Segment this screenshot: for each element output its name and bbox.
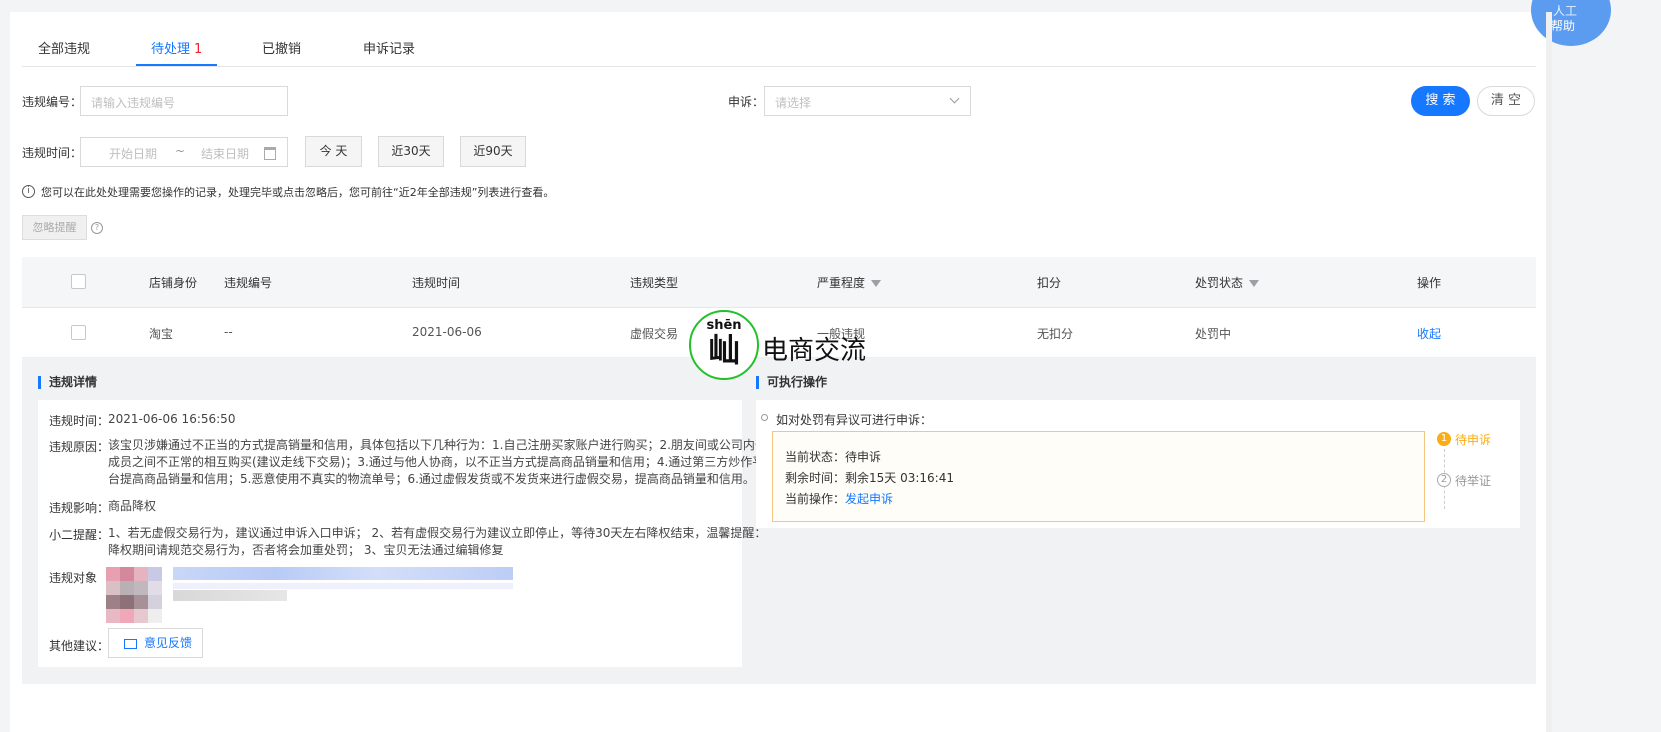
detail-time-key: 违规时间： xyxy=(49,414,110,428)
product-title-blurred[interactable] xyxy=(173,567,513,580)
detail-section-title: 违规详情 xyxy=(38,376,97,389)
watermark-glyph: 屾 xyxy=(707,331,740,369)
col-action: 操作 xyxy=(1417,276,1442,290)
appeal-select[interactable]: 请选择 xyxy=(764,86,971,116)
info-icon: i xyxy=(22,185,35,198)
cell-no: -- xyxy=(224,325,233,339)
tab-bar: 全部违规 待处理 1 已撤销 申诉记录 xyxy=(22,24,1536,67)
cell-type: 虚假交易 xyxy=(630,327,679,341)
feedback-button[interactable]: 意见反馈 xyxy=(108,628,203,658)
tab-pending[interactable]: 待处理 1 xyxy=(151,38,202,57)
collapse-link[interactable]: 收起 xyxy=(1417,325,1441,342)
actions-section-title: 可执行操作 xyxy=(756,376,827,389)
violation-no-input[interactable]: 请输入违规编号 xyxy=(80,86,288,116)
cell-status: 处罚中 xyxy=(1195,327,1232,341)
detail-object-key: 违规对象 xyxy=(49,571,98,585)
start-date-input[interactable]: 开始日期 xyxy=(109,145,157,162)
question-icon[interactable]: ? xyxy=(91,222,103,234)
filter-icon[interactable] xyxy=(871,280,882,287)
clear-button[interactable]: 清 空 xyxy=(1477,86,1535,116)
pending-count: 1 xyxy=(194,42,203,57)
detail-reason-key: 违规原因： xyxy=(49,440,110,454)
row-checkbox[interactable] xyxy=(71,325,86,340)
mail-icon xyxy=(124,639,137,649)
col-status: 处罚状态 xyxy=(1195,274,1260,291)
appeal-label: 申诉： xyxy=(728,95,765,109)
col-shop: 店铺身份 xyxy=(149,276,198,290)
watermark-logo: shēn 屾 xyxy=(689,310,759,380)
detail-reason-value: 该宝贝涉嫌通过不正当的方式提高销量和信用，具体包括以下几种行为：1.自己注册买家… xyxy=(108,438,767,486)
date-range-picker[interactable]: 开始日期 ~ 结束日期 xyxy=(80,137,288,167)
ignore-reminder-button[interactable]: 忽略提醒 xyxy=(22,215,87,240)
table-header: 店铺身份 违规编号 违规时间 违规类型 严重程度 扣分 处罚状态 操作 xyxy=(22,257,1536,308)
step-1-label: 待申诉 xyxy=(1455,433,1492,447)
detail-tip-key: 小二提醒： xyxy=(49,528,110,542)
col-no: 违规编号 xyxy=(224,276,273,290)
search-button[interactable]: 搜 索 xyxy=(1411,86,1470,116)
quick-90days-button[interactable]: 近90天 xyxy=(460,136,526,167)
cell-time: 2021-06-06 xyxy=(412,325,482,339)
current-status: 当前状态：待申诉 xyxy=(785,450,882,464)
col-time: 违规时间 xyxy=(412,276,461,290)
quick-30days-button[interactable]: 近30天 xyxy=(378,136,444,167)
detail-other-key: 其他建议： xyxy=(49,639,110,653)
tab-all[interactable]: 全部违规 xyxy=(38,38,90,57)
col-severity: 严重程度 xyxy=(817,274,882,291)
product-subtitle-blurred xyxy=(173,583,513,589)
notice-text: 您可以在此处处理需要您操作的记录，处理完毕或点击忽略后，您可前往“近2年全部违规… xyxy=(41,186,555,199)
col-points: 扣分 xyxy=(1037,276,1062,290)
select-all-checkbox[interactable] xyxy=(71,274,86,289)
quick-today-button[interactable]: 今 天 xyxy=(305,136,362,167)
product-thumbnail[interactable] xyxy=(106,567,162,623)
cell-shop: 淘宝 xyxy=(149,327,174,341)
detail-impact-value: 商品降权 xyxy=(108,499,157,513)
step-1-number: 1 xyxy=(1437,432,1451,446)
appeal-hint: 如对处罚有异议可进行申诉： xyxy=(776,413,933,427)
hint-dot-icon xyxy=(761,414,768,421)
tab-appeal-records[interactable]: 申诉记录 xyxy=(363,38,415,57)
violation-time-label: 违规时间： xyxy=(22,146,83,160)
step-2-number: 2 xyxy=(1437,473,1451,487)
range-separator: ~ xyxy=(175,144,186,158)
remaining-time: 剩余时间：剩余15天 03:16:41 xyxy=(785,471,954,485)
tab-revoked[interactable]: 已撤销 xyxy=(262,38,301,57)
detail-impact-key: 违规影响： xyxy=(49,501,110,515)
appeal-status-box: 当前状态：待申诉 剩余时间：剩余15天 03:16:41 当前操作：发起申诉 xyxy=(772,431,1425,522)
start-appeal-link[interactable]: 发起申诉 xyxy=(845,492,893,506)
scrollbar-track[interactable] xyxy=(1546,12,1552,732)
step-2-label: 待举证 xyxy=(1455,474,1492,488)
help-line2: 帮助 xyxy=(1551,19,1576,33)
calendar-icon xyxy=(264,147,276,160)
product-id-blurred xyxy=(173,590,287,601)
tab-active-indicator xyxy=(136,64,217,66)
detail-tip-value: 1、若无虚假交易行为，建议通过申诉入口申诉； 2、若有虚假交易行为建议立即停止，… xyxy=(108,526,767,557)
filter-icon[interactable] xyxy=(1249,280,1260,287)
watermark-text: 电商交流 xyxy=(762,336,867,366)
current-operation: 当前操作：发起申诉 xyxy=(785,492,894,506)
cell-points: 无扣分 xyxy=(1037,327,1074,341)
violation-no-label: 违规编号： xyxy=(22,95,83,109)
available-actions-panel: 如对处罚有异议可进行申诉： 当前状态：待申诉 剩余时间：剩余15天 03:16:… xyxy=(756,400,1520,528)
end-date-input[interactable]: 结束日期 xyxy=(201,145,249,162)
detail-time-value: 2021-06-06 16:56:50 xyxy=(108,412,236,426)
chevron-down-icon xyxy=(949,93,960,104)
col-type: 违规类型 xyxy=(630,276,679,290)
violation-detail-panel: 违规时间： 2021-06-06 16:56:50 违规原因： 该宝贝涉嫌通过不… xyxy=(38,400,767,667)
